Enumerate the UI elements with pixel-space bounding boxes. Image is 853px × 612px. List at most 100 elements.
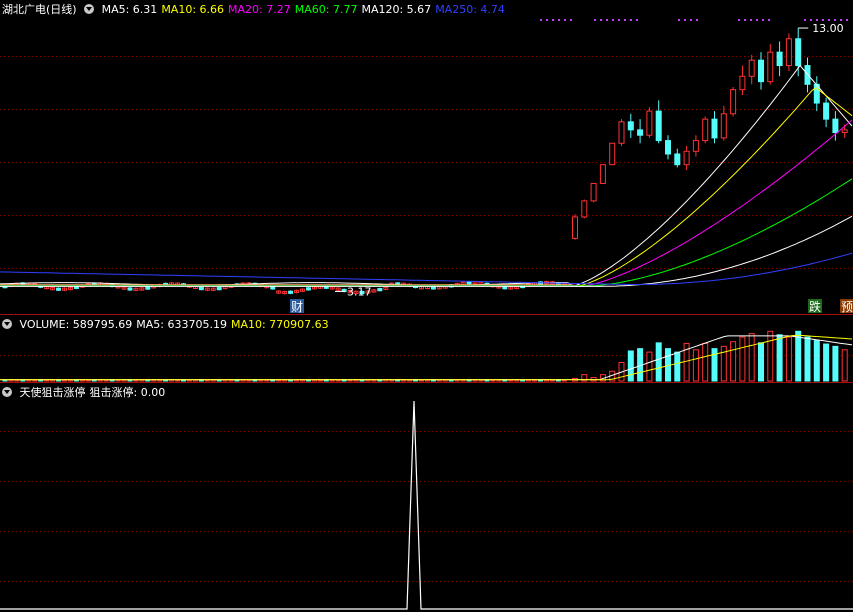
signal-dot <box>840 19 842 21</box>
signal-dot <box>738 19 740 21</box>
volume-bar <box>520 379 526 382</box>
signal-dot <box>762 19 764 21</box>
signal-dot <box>768 19 770 21</box>
price-panel[interactable]: 13.00 3.17 财 跌 预 湖北广电(日线) MA5: 6.31 MA10: 6.6… <box>0 0 853 314</box>
ma120-line <box>0 215 853 287</box>
volume-bar <box>813 340 820 382</box>
candle-body <box>637 129 644 136</box>
signal-dot <box>606 19 608 21</box>
collapse-icon[interactable] <box>2 387 12 397</box>
volume-header: VOLUME: 589795.69 MA5: 633705.19 MA10: 770… <box>2 318 337 332</box>
signal-dot <box>828 19 830 21</box>
candle-body <box>599 164 606 184</box>
indicator-chart[interactable] <box>0 383 853 612</box>
signal-dot <box>744 19 746 21</box>
candle-body <box>270 286 276 290</box>
candle-body <box>711 118 718 139</box>
candle-body <box>748 59 755 77</box>
candle-body <box>572 216 578 239</box>
candle-body <box>776 51 783 67</box>
candle-body <box>683 150 690 166</box>
candle-body <box>305 287 311 291</box>
candle-body <box>590 182 597 202</box>
candle-body <box>655 110 662 142</box>
legend-label: MA10: 6.66 <box>161 3 225 16</box>
signal-dot <box>810 19 812 21</box>
candle-body <box>730 89 737 115</box>
volume-bar <box>702 342 709 382</box>
signal-dot <box>690 19 692 21</box>
signal-dot <box>756 19 758 21</box>
signal-dot <box>684 19 686 21</box>
signal-dot <box>594 19 596 21</box>
candle-body <box>609 142 616 166</box>
signal-dot <box>570 19 572 21</box>
volume-bar <box>448 379 454 382</box>
candle-body <box>646 110 653 136</box>
volume-bar <box>841 349 848 382</box>
volume-bar <box>246 379 252 382</box>
candle-body <box>795 38 802 67</box>
legend-label: 天使狙击涨停 <box>19 386 86 399</box>
signal-dot <box>678 19 680 21</box>
signal-dot <box>696 19 698 21</box>
signal-dot <box>846 19 848 21</box>
candle-body <box>216 287 222 291</box>
candle-body <box>198 286 204 291</box>
candle-body <box>823 102 830 120</box>
volume-legend: VOLUME: 589795.69 MA5: 633705.19 MA10: 770… <box>20 318 333 331</box>
candle-body <box>288 290 294 294</box>
collapse-icon[interactable] <box>2 319 12 329</box>
volume-panel[interactable]: VOLUME: 589795.69 MA5: 633705.19 MA10: 770… <box>0 315 853 382</box>
signal-dot <box>636 19 638 21</box>
volume-bar <box>175 379 181 382</box>
candle-body <box>627 121 634 131</box>
candle-body <box>430 286 436 290</box>
legend-label: MA5: 633705.19 <box>136 318 227 331</box>
indicator-header: 天使狙击涨停 狙击涨停: 0.00 <box>2 386 173 400</box>
candle-body <box>56 287 62 291</box>
volume-bar <box>795 330 802 382</box>
candle-body <box>145 286 151 290</box>
ma5-line <box>0 64 853 287</box>
indicator-legend: 天使狙击涨停 狙击涨停: 0.00 <box>20 386 170 399</box>
ma20-line <box>0 119 853 288</box>
legend-label: MA5: 6.31 <box>101 3 158 16</box>
legend-label: MA20: 7.27 <box>228 3 291 16</box>
volume-bar <box>73 379 79 382</box>
stock-title: 湖北广电(日线) <box>2 3 77 16</box>
candle-body <box>127 287 133 291</box>
volume-bar <box>730 341 737 382</box>
candle-body <box>702 118 709 142</box>
price-chart[interactable]: 13.00 3.17 财 跌 预 <box>0 0 853 314</box>
volume-bar <box>758 342 764 382</box>
event-tag: 预 <box>841 300 853 314</box>
legend-label: MA250: 4.74 <box>435 3 505 16</box>
volume-bar <box>627 350 634 382</box>
signal-dot <box>624 19 626 21</box>
event-tag: 跌 <box>809 299 821 314</box>
legend-label: MA60: 7.77 <box>294 3 358 16</box>
volume-bar <box>692 349 699 382</box>
candle-body <box>785 38 792 67</box>
sniper-signal-line <box>0 400 853 610</box>
collapse-icon[interactable] <box>84 4 95 14</box>
volume-bar <box>767 330 774 382</box>
volume-bar <box>785 336 792 382</box>
signal-dot <box>834 19 836 21</box>
volume-bar <box>655 342 662 382</box>
volume-bar <box>103 379 109 382</box>
indicator-panel[interactable]: 天使狙击涨停 狙击涨停: 0.00 <box>0 383 853 612</box>
candle-body <box>581 200 588 218</box>
legend-label: VOLUME: 589795.69 <box>19 318 133 331</box>
legend-label: MA10: 770907.63 <box>230 318 329 331</box>
signal-dot <box>546 19 548 21</box>
signal-dot <box>600 19 602 21</box>
signal-dot <box>612 19 614 21</box>
candle-body <box>674 153 681 166</box>
candle-body <box>502 286 508 290</box>
volume-bar <box>2 379 8 382</box>
signal-dot <box>804 19 806 21</box>
volume-bar <box>674 351 681 382</box>
candle-body <box>466 281 472 285</box>
